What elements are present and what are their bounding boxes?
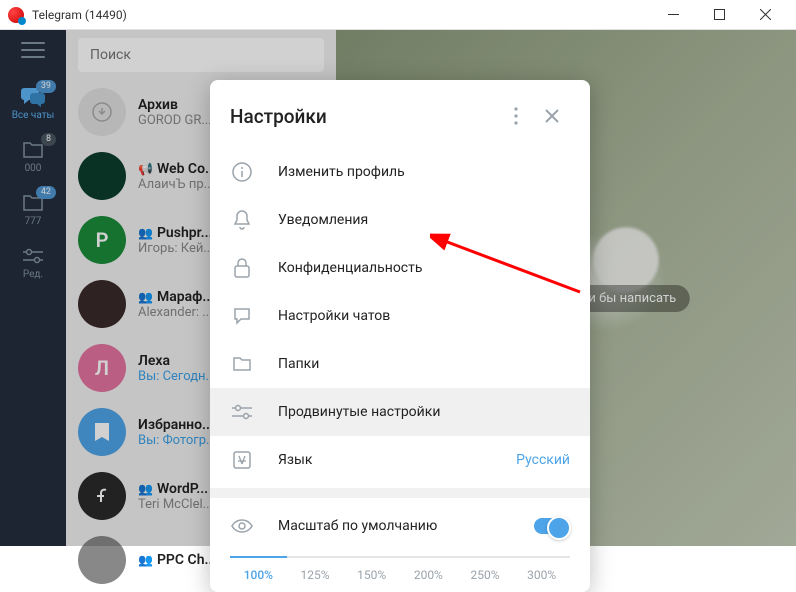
- rail-all-chats[interactable]: 39 Все чаты: [0, 80, 66, 127]
- setting-label: Уведомления: [278, 212, 570, 228]
- language-icon: [230, 448, 254, 472]
- window-title: Telegram (14490): [32, 8, 127, 22]
- sliders-icon: [230, 400, 254, 424]
- chat-name: 👥Pushpr...: [138, 225, 214, 241]
- settings-modal: Настройки Изменить профиль Уведомления К…: [210, 80, 590, 592]
- badge: 8: [41, 133, 56, 146]
- scale-options: 100%125%150%200%250%300%: [210, 550, 590, 582]
- modal-title: Настройки: [230, 105, 327, 128]
- badge: 42: [36, 186, 56, 199]
- avatar: [78, 536, 126, 584]
- info-icon: [230, 160, 254, 184]
- bell-icon: [230, 208, 254, 232]
- scale-option[interactable]: 100%: [230, 556, 287, 582]
- setting-value: Русский: [516, 452, 570, 468]
- scale-option[interactable]: 125%: [287, 556, 344, 582]
- minimize-button[interactable]: [650, 0, 696, 30]
- group-icon: 👥: [138, 553, 153, 567]
- rail-folder-000[interactable]: 8 000: [0, 133, 66, 180]
- rail-edit[interactable]: Ред.: [0, 239, 66, 286]
- chat-subtitle: Teri McClel...: [138, 497, 213, 512]
- chat-subtitle: Вы: Сегодн...: [138, 369, 216, 384]
- folder-icon: [230, 352, 254, 376]
- setting-label: Язык: [278, 452, 492, 468]
- lock-icon: [230, 256, 254, 280]
- chat-icon: [230, 304, 254, 328]
- chat-name: 👥PPC Ch...: [138, 552, 216, 568]
- archive-icon: [78, 88, 126, 136]
- scale-option[interactable]: 250%: [457, 556, 514, 582]
- chat-name: 📢Web Co...: [138, 161, 217, 177]
- setting-edit-profile[interactable]: Изменить профиль: [210, 148, 590, 196]
- avatar: [78, 152, 126, 200]
- archive-subtitle: GOROD GR...: [138, 113, 212, 128]
- setting-label: Изменить профиль: [278, 164, 570, 180]
- setting-chat-settings[interactable]: Настройки чатов: [210, 292, 590, 340]
- archive-title: Архив: [138, 97, 212, 113]
- setting-advanced[interactable]: Продвинутые настройки: [210, 388, 590, 436]
- search-input[interactable]: [78, 38, 324, 72]
- setting-language[interactable]: Язык Русский: [210, 436, 590, 484]
- app-icon: [8, 7, 24, 23]
- sliders-icon: [20, 245, 46, 267]
- rail-label: Ред.: [23, 269, 43, 280]
- rail-label: 777: [25, 216, 42, 227]
- window-titlebar: Telegram (14490): [0, 0, 796, 30]
- group-icon: 👥: [138, 482, 153, 496]
- badge: 39: [36, 80, 56, 93]
- setting-scale: Масштаб по умолчанию: [210, 502, 590, 550]
- group-icon: 👥: [138, 226, 153, 240]
- rail-folder-777[interactable]: 42 777: [0, 186, 66, 233]
- setting-label: Конфиденциальность: [278, 260, 570, 276]
- folder-rail: 39 Все чаты 8 000 42 777 Ред.: [0, 30, 66, 546]
- chat-subtitle: АлаичЪ пр...: [138, 177, 217, 192]
- avatar: [78, 472, 126, 520]
- megaphone-icon: 📢: [138, 162, 153, 176]
- more-button[interactable]: [498, 98, 534, 134]
- setting-label: Масштаб по умолчанию: [278, 518, 510, 534]
- chat-name: Избранно...: [138, 417, 216, 433]
- eye-icon: [230, 514, 254, 538]
- rail-label: Все чаты: [12, 110, 55, 121]
- chat-subtitle: Вы: Фотогр...: [138, 433, 216, 448]
- scale-toggle[interactable]: [534, 518, 570, 534]
- chat-subtitle: Alexander: ...: [138, 305, 214, 320]
- divider: [210, 488, 590, 498]
- close-modal-button[interactable]: [534, 98, 570, 134]
- setting-notifications[interactable]: Уведомления: [210, 196, 590, 244]
- setting-privacy[interactable]: Конфиденциальность: [210, 244, 590, 292]
- chat-name: Леха: [138, 353, 216, 369]
- close-button[interactable]: [742, 0, 788, 30]
- setting-label: Настройки чатов: [278, 308, 570, 324]
- chat-name: 👥WordP...: [138, 481, 213, 497]
- scale-option[interactable]: 150%: [343, 556, 400, 582]
- rail-label: 000: [25, 163, 42, 174]
- chat-subtitle: Игорь: Кей...: [138, 241, 214, 256]
- avatar: [78, 408, 126, 456]
- menu-button[interactable]: [21, 40, 45, 60]
- group-icon: 👥: [138, 290, 153, 304]
- scale-option[interactable]: 200%: [400, 556, 457, 582]
- setting-folders[interactable]: Папки: [210, 340, 590, 388]
- scale-option[interactable]: 300%: [513, 556, 570, 582]
- avatar: Л: [78, 344, 126, 392]
- maximize-button[interactable]: [696, 0, 742, 30]
- avatar: [78, 280, 126, 328]
- chat-name: 👥Мараф...: [138, 289, 214, 305]
- setting-label: Продвинутые настройки: [278, 404, 570, 420]
- avatar: P: [78, 216, 126, 264]
- setting-label: Папки: [278, 356, 570, 372]
